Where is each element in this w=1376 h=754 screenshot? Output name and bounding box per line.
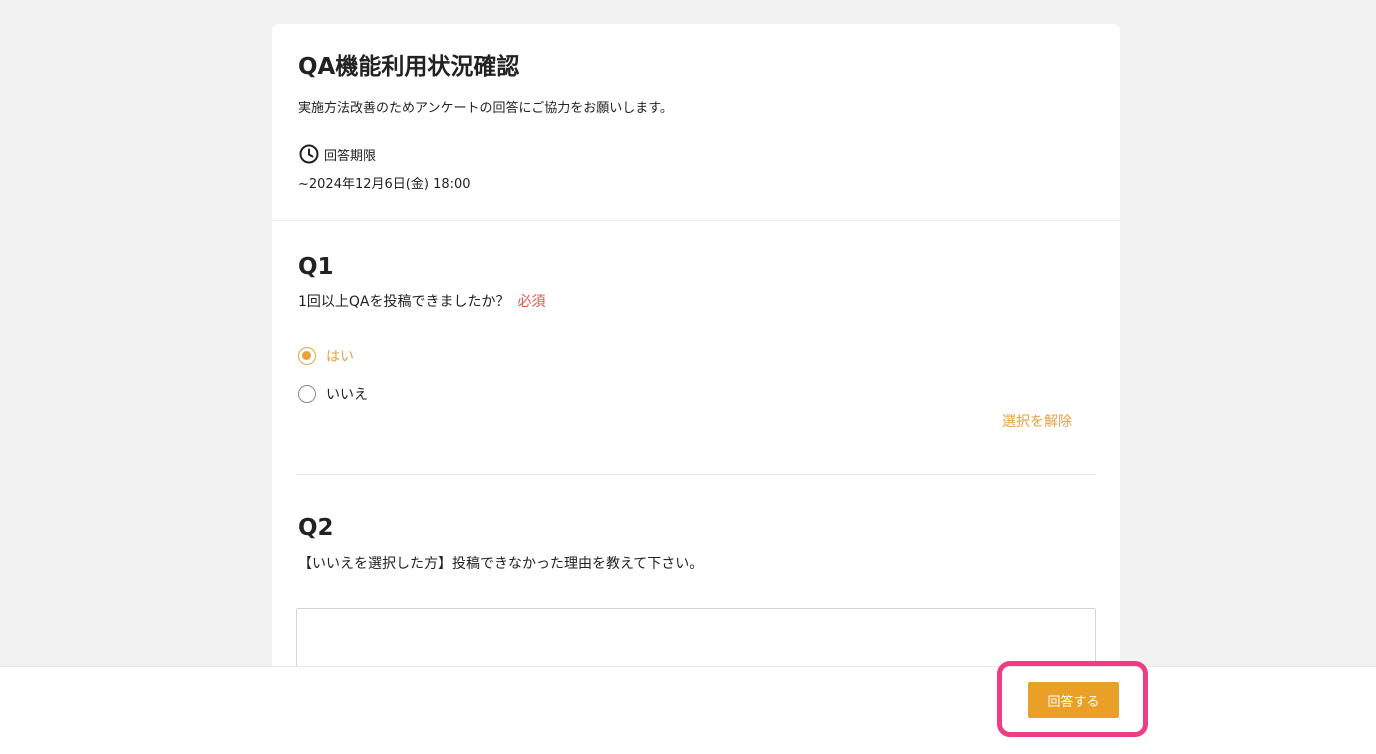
radio-no[interactable] <box>298 385 316 403</box>
survey-description: 実施方法改善のためアンケートの回答にご協力をお願いします。 <box>298 101 673 116</box>
question-2-number: Q2 <box>298 515 334 541</box>
submit-button[interactable]: 回答する <box>1028 682 1119 718</box>
question-1-label: 1回以上QAを投稿できましたか？ <box>298 294 510 310</box>
option-no-label: いいえ <box>326 387 368 403</box>
survey-header: QA機能利用状況確認 実施方法改善のためアンケートの回答にご協力をお願いします。… <box>272 24 1120 221</box>
required-badge: 必須 <box>517 294 546 310</box>
footer-bar <box>0 666 1376 754</box>
question-1-number: Q1 <box>298 254 334 280</box>
question-divider <box>296 474 1096 475</box>
clear-selection-link[interactable]: 選択を解除 <box>1002 412 1072 432</box>
survey-title: QA機能利用状況確認 <box>298 54 520 80</box>
deadline-label: 回答期限 <box>324 148 377 164</box>
radio-yes[interactable] <box>298 347 316 365</box>
question-1-text: 1回以上QAを投稿できましたか？ 必須 <box>298 292 546 312</box>
option-no[interactable]: いいえ <box>298 383 368 405</box>
deadline-date: ~2024年12月6日(金) 18:00 <box>298 177 471 192</box>
option-yes[interactable]: はい <box>298 345 354 367</box>
deadline-row: 回答期限 <box>298 143 376 165</box>
clock-icon <box>298 143 320 165</box>
option-yes-label: はい <box>326 349 354 365</box>
survey-card: QA機能利用状況確認 実施方法改善のためアンケートの回答にご協力をお願いします。… <box>272 24 1120 684</box>
question-2-text: 【いいえを選択した方】投稿できなかった理由を教えて下さい。 <box>298 556 704 572</box>
